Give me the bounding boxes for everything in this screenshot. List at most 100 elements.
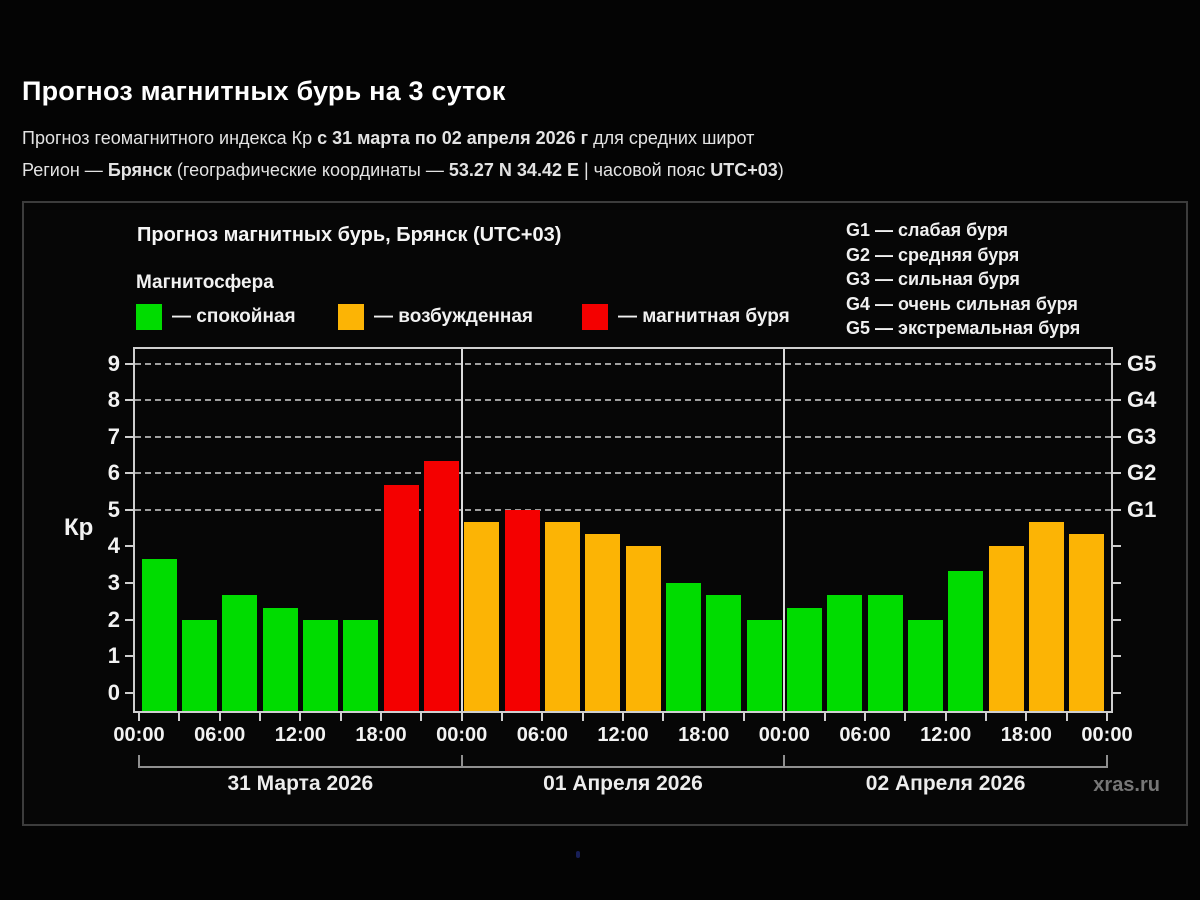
date-bracket-tick bbox=[783, 755, 786, 768]
x-axis-tick bbox=[299, 713, 302, 721]
x-tick-label: 12:00 bbox=[597, 724, 649, 746]
day-separator bbox=[460, 349, 463, 711]
x-axis-tick bbox=[904, 713, 907, 721]
region-prefix: Регион — bbox=[22, 160, 108, 180]
x-axis-tick bbox=[380, 713, 382, 721]
x-tick-label: 00:00 bbox=[758, 724, 810, 746]
y-tick-label: 1 bbox=[107, 643, 120, 669]
g-legend-line-2: G2 — средняя буря bbox=[846, 244, 1020, 265]
date-label: 02 Апреля 2026 bbox=[865, 772, 1026, 795]
right-axis-tick bbox=[1113, 435, 1121, 438]
kp-bar bbox=[181, 619, 218, 711]
x-axis-tick bbox=[138, 713, 140, 721]
kp-bar bbox=[1069, 534, 1105, 711]
kp-bar bbox=[504, 509, 540, 711]
region-line: Регион — Брянск (географические координа… bbox=[22, 160, 784, 181]
kp-bar bbox=[464, 521, 500, 711]
y-tick-label: 7 bbox=[107, 423, 120, 449]
g-scale-label: G5 bbox=[1127, 350, 1157, 376]
y-axis-tick bbox=[125, 435, 133, 438]
x-axis-tick bbox=[823, 713, 826, 721]
forecast-subtitle: Прогноз геомагнитного индекса Кр с 31 ма… bbox=[22, 128, 754, 149]
subtitle-dates: с 31 марта по 02 апреля 2026 г bbox=[317, 128, 589, 148]
x-axis-tick bbox=[743, 713, 745, 721]
right-axis-tick bbox=[1113, 582, 1121, 585]
region-name: Брянск bbox=[107, 160, 172, 180]
x-tick-label: 18:00 bbox=[1000, 724, 1052, 746]
subtitle-tail: для средних широт bbox=[588, 128, 755, 148]
y-axis-tick bbox=[125, 362, 133, 365]
x-axis-tick bbox=[985, 713, 987, 721]
x-tick-label: 06:00 bbox=[194, 724, 246, 746]
kp-bar bbox=[141, 558, 177, 711]
kp-bar bbox=[222, 595, 258, 711]
x-tick-label: 06:00 bbox=[839, 724, 891, 746]
kp-bar bbox=[423, 461, 460, 711]
x-tick-label: 12:00 bbox=[920, 724, 972, 746]
g-scale-label: G2 bbox=[1127, 460, 1157, 486]
region-close: ) bbox=[777, 160, 784, 180]
legend-label-quiet: — спокойная bbox=[172, 306, 296, 327]
date-bracket-line bbox=[138, 766, 1108, 768]
y-tick-label: 6 bbox=[107, 460, 120, 486]
x-axis-tick bbox=[662, 713, 665, 721]
x-axis-tick bbox=[864, 713, 866, 721]
grid-line bbox=[135, 472, 1111, 475]
x-axis-tick bbox=[541, 713, 544, 721]
y-axis-tick bbox=[125, 545, 133, 548]
y-axis-tick bbox=[125, 472, 133, 475]
date-label: 31 Марта 2026 bbox=[227, 772, 374, 795]
page-title: Прогноз магнитных бурь на 3 суток bbox=[22, 76, 506, 106]
quiet-color-swatch bbox=[136, 304, 162, 330]
kp-bar bbox=[585, 534, 621, 711]
kp-bar bbox=[1028, 521, 1065, 711]
right-axis-tick bbox=[1113, 362, 1121, 365]
x-tick-label: 00:00 bbox=[1081, 724, 1133, 746]
kp-bar bbox=[544, 521, 581, 711]
g-scale-label: G1 bbox=[1127, 496, 1157, 522]
x-axis-tick bbox=[218, 713, 221, 721]
kp-bar bbox=[262, 607, 298, 711]
right-axis-tick bbox=[1113, 691, 1121, 694]
right-axis-tick bbox=[1113, 508, 1121, 511]
g-legend-line-1: G1 — слабая буря bbox=[846, 220, 1009, 240]
magnetosphere-legend-title: Магнитосфера bbox=[136, 272, 274, 293]
grid-line bbox=[135, 399, 1111, 402]
grid-line bbox=[135, 435, 1111, 438]
kp-bar bbox=[706, 595, 742, 711]
g-scale-label: G3 bbox=[1127, 423, 1157, 449]
x-tick-label: 00:00 bbox=[436, 724, 488, 746]
kp-bar bbox=[907, 619, 944, 711]
region-timezone: UTC+03 bbox=[710, 160, 778, 180]
x-axis-tick bbox=[259, 713, 261, 721]
g-scale-legend: G1 — слабая буря G2 — средняя буря G3 — … bbox=[846, 218, 1080, 341]
x-axis-tick bbox=[783, 713, 786, 721]
right-axis-tick bbox=[1113, 472, 1121, 475]
g-scale-label: G4 bbox=[1127, 387, 1157, 413]
x-axis-tick bbox=[178, 713, 181, 721]
x-axis-tick bbox=[581, 713, 584, 721]
y-tick-label: 9 bbox=[107, 350, 120, 376]
storm-color-swatch bbox=[582, 304, 608, 330]
y-tick-label: 8 bbox=[107, 387, 120, 413]
date-label: 01 Апреля 2026 bbox=[543, 772, 703, 795]
x-axis-tick bbox=[1106, 713, 1108, 721]
y-tick-label: 3 bbox=[107, 570, 120, 596]
page: Прогноз магнитных бурь на 3 суток Прогно… bbox=[0, 0, 1200, 900]
legend-label-excited: — возбужденная bbox=[374, 306, 534, 327]
grid-line bbox=[135, 508, 1111, 511]
x-axis-tick bbox=[1025, 713, 1028, 721]
y-axis-tick bbox=[125, 691, 133, 694]
x-axis-tick bbox=[944, 713, 947, 721]
cursor-artifact bbox=[576, 851, 580, 858]
x-tick-label: 06:00 bbox=[516, 724, 568, 746]
region-tz-prefix: | часовой пояс bbox=[578, 160, 711, 180]
x-axis-tick bbox=[460, 713, 463, 721]
y-axis-tick bbox=[125, 399, 133, 402]
day-separator bbox=[783, 349, 786, 711]
y-axis-tick bbox=[125, 618, 133, 621]
chart-title: Прогноз магнитных бурь, Брянск (UTC+03) bbox=[137, 224, 562, 246]
x-axis-tick bbox=[501, 713, 503, 721]
x-axis-tick bbox=[420, 713, 423, 721]
x-axis-tick bbox=[702, 713, 705, 721]
